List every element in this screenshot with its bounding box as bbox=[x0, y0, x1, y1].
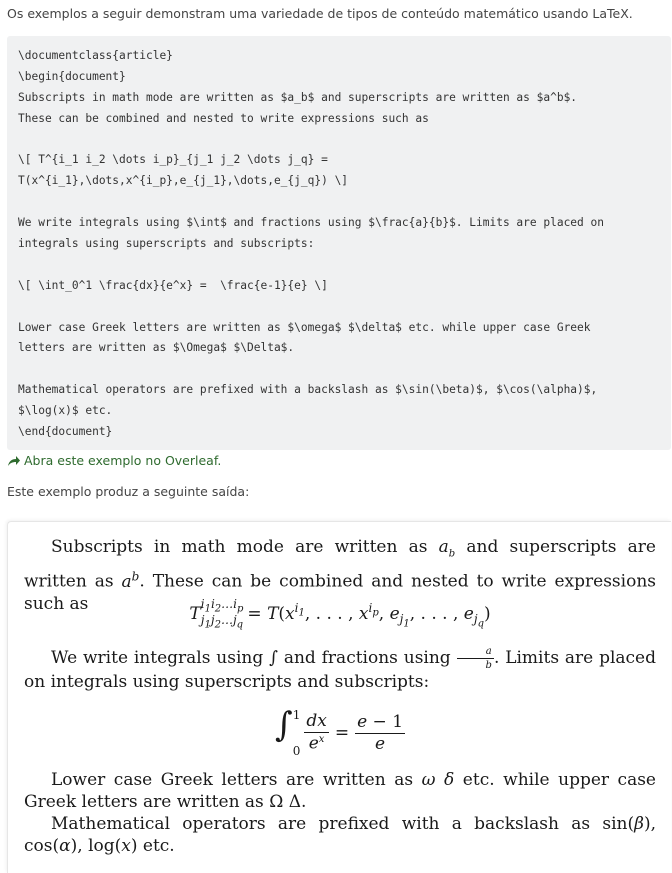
intro-text: Os exemplos a seguir demonstram uma vari… bbox=[7, 6, 633, 21]
code-line: \[ \int_0^1 \frac{dx}{e^x} = \frac{e-1}{… bbox=[18, 278, 328, 292]
share-arrow-icon bbox=[8, 455, 20, 466]
output-paragraph-2: We write integrals using ∫ and fractions… bbox=[24, 646, 656, 692]
code-block[interactable]: \documentclass{article} \begin{document} S… bbox=[7, 36, 671, 450]
output-equation-tensor: T i1i2…ip j1j2…jq = T(xi1, . . . , xip, … bbox=[189, 597, 491, 631]
code-line: T(x^{i_1},\dots,x^{i_p},e_{j_1},\dots,e_… bbox=[18, 174, 349, 188]
code-line: Mathematical operators are prefixed with… bbox=[18, 383, 598, 397]
code-line: integrals using superscripts and subscri… bbox=[18, 237, 315, 251]
code-line: We write integrals using $\int$ and frac… bbox=[18, 216, 604, 230]
output-label: Este exemplo produz a seguinte saída: bbox=[7, 484, 250, 499]
open-in-overleaf-link[interactable]: Abra este exemplo no Overleaf. bbox=[7, 453, 221, 468]
output-paragraph-4: Mathematical operators are prefixed with… bbox=[24, 814, 656, 856]
code-line: \documentclass{article} bbox=[18, 49, 173, 62]
code-line: These can be combined and nested to writ… bbox=[18, 111, 429, 125]
code-line: Subscripts in math mode are written as $… bbox=[18, 90, 578, 104]
code-line: $\log(x)$ etc. bbox=[18, 404, 113, 418]
rendered-output: Subscripts in math mode are written as a… bbox=[7, 521, 671, 873]
code-line: Lower case Greek letters are written as … bbox=[18, 320, 591, 334]
output-equation-integral: ∫ 10 dx ex = e − 1e bbox=[274, 705, 406, 758]
code-line: letters are written as $\Omega$ $\Delta$… bbox=[18, 341, 295, 355]
code-line: \end{document} bbox=[18, 425, 113, 439]
overleaf-link-label: Abra este exemplo no Overleaf. bbox=[24, 453, 222, 468]
output-paragraph-3: Lower case Greek letters are written as … bbox=[24, 770, 656, 812]
code-line: \begin{document} bbox=[18, 69, 126, 83]
code-line: \[ T^{i_1 i_2 \dots i_p}_{j_1 j_2 \dots … bbox=[18, 153, 328, 167]
